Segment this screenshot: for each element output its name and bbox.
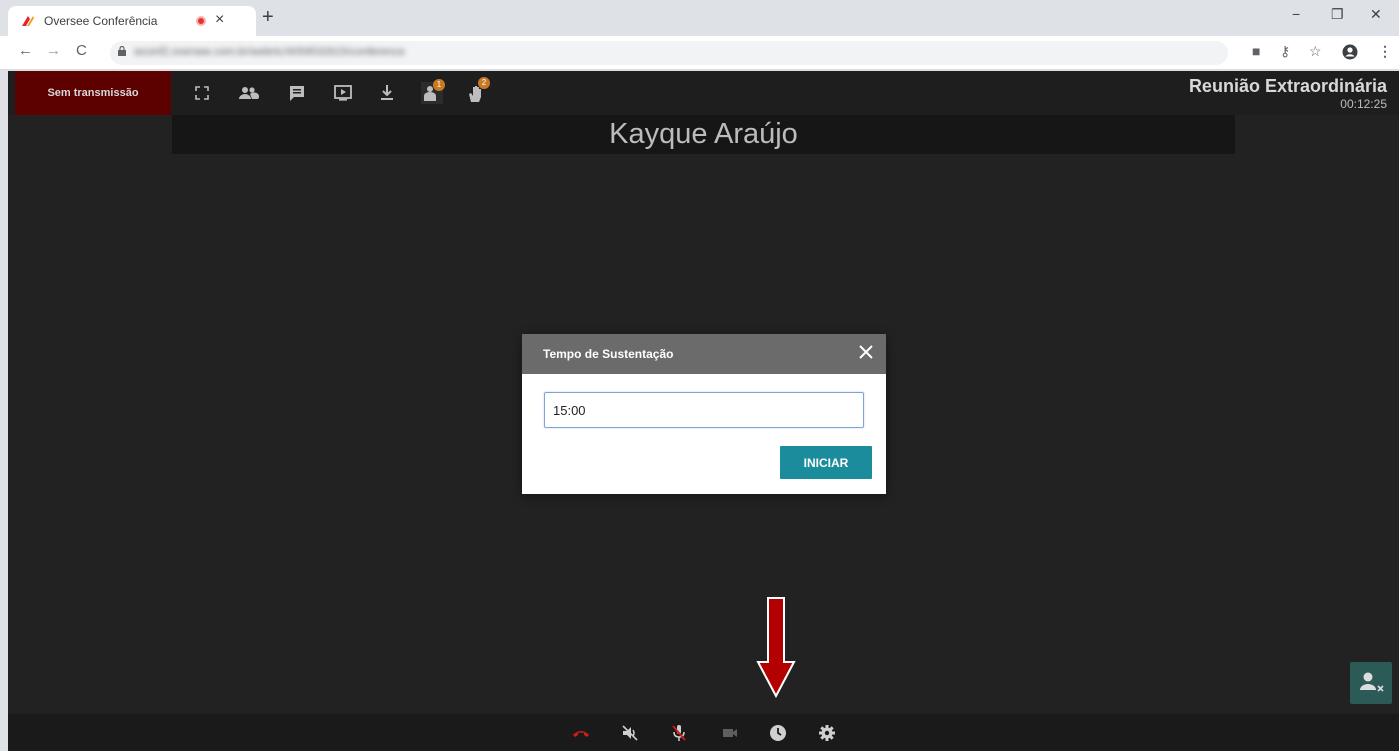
hold-time-dialog: Tempo de Sustentação INICIAR <box>522 334 886 494</box>
dialog-header: Tempo de Sustentação <box>522 334 886 374</box>
broadcast-status-button[interactable]: Sem transmissão <box>15 71 171 115</box>
speaker-request-badge: 1 <box>433 79 445 91</box>
lock-icon <box>118 46 126 56</box>
start-button[interactable]: INICIAR <box>780 446 872 479</box>
camera-icon[interactable] <box>720 723 740 743</box>
raise-hand-button[interactable]: 2 <box>465 77 490 104</box>
hangup-icon[interactable] <box>571 723 591 743</box>
reload-button[interactable]: C <box>76 42 87 59</box>
screen: Oversee Conferência × + − ❐ ✕ ← → C wcon… <box>0 0 1399 751</box>
recording-indicator-icon <box>196 16 206 26</box>
dialog-close-icon[interactable] <box>858 344 874 360</box>
speaker-mute-icon[interactable] <box>620 723 640 743</box>
close-window-button[interactable]: ✕ <box>1370 6 1382 23</box>
meeting-title: Reunião Extraordinária <box>1188 76 1387 96</box>
camera-in-use-icon[interactable]: ■ <box>1252 43 1260 59</box>
hold-time-input[interactable] <box>544 392 864 428</box>
tab-close-button[interactable]: × <box>215 11 224 29</box>
participants-icon[interactable] <box>237 82 259 104</box>
meeting-timer: 00:12:25 <box>1340 97 1387 111</box>
back-button[interactable]: ← <box>18 42 33 59</box>
conference-app: Sem transmissão 1 2 Reunião Extraordinár… <box>8 71 1399 751</box>
browser-menu-icon[interactable]: ⋮ <box>1378 43 1392 60</box>
address-bar[interactable]: wconf2.oversee.com.br/webrtc/4059532615/… <box>110 41 1228 65</box>
clock-icon[interactable] <box>768 723 788 743</box>
conference-top-bar: Sem transmissão 1 2 Reunião Extraordinár… <box>8 71 1399 115</box>
settings-icon[interactable] <box>817 723 837 743</box>
browser-tab-bar: Oversee Conferência × + − ❐ ✕ <box>0 0 1399 36</box>
tab-title: Oversee Conferência <box>44 14 158 28</box>
speaker-request-button[interactable]: 1 <box>421 79 445 104</box>
remove-user-icon <box>1360 672 1384 692</box>
browser-toolbar: ← → C wconf2.oversee.com.br/webrtc/40595… <box>0 36 1399 70</box>
remove-speaker-button[interactable] <box>1350 662 1392 704</box>
dialog-title: Tempo de Sustentação <box>543 347 674 361</box>
key-icon[interactable]: ⚷ <box>1280 43 1290 60</box>
presentation-icon[interactable] <box>332 82 354 104</box>
new-tab-button[interactable]: + <box>262 7 274 27</box>
mic-mute-icon[interactable] <box>669 723 689 743</box>
url-text: wconf2.oversee.com.br/webrtc/4059532615/… <box>134 46 405 58</box>
chat-icon[interactable] <box>286 82 308 104</box>
raise-hand-badge: 2 <box>478 77 490 89</box>
oversee-logo-icon <box>22 16 34 26</box>
fullscreen-icon[interactable] <box>191 82 213 104</box>
download-icon[interactable] <box>376 82 398 104</box>
minimize-button[interactable]: − <box>1292 6 1300 22</box>
conference-bottom-bar <box>8 714 1399 751</box>
restore-button[interactable]: ❐ <box>1331 6 1344 23</box>
profile-icon[interactable] <box>1342 44 1358 60</box>
red-down-arrow <box>756 597 796 699</box>
forward-button[interactable]: → <box>46 42 61 59</box>
browser-tab[interactable]: Oversee Conferência × <box>8 6 256 36</box>
speaker-name-banner: Kayque Araújo <box>172 115 1235 154</box>
bookmark-star-icon[interactable]: ☆ <box>1309 43 1322 60</box>
